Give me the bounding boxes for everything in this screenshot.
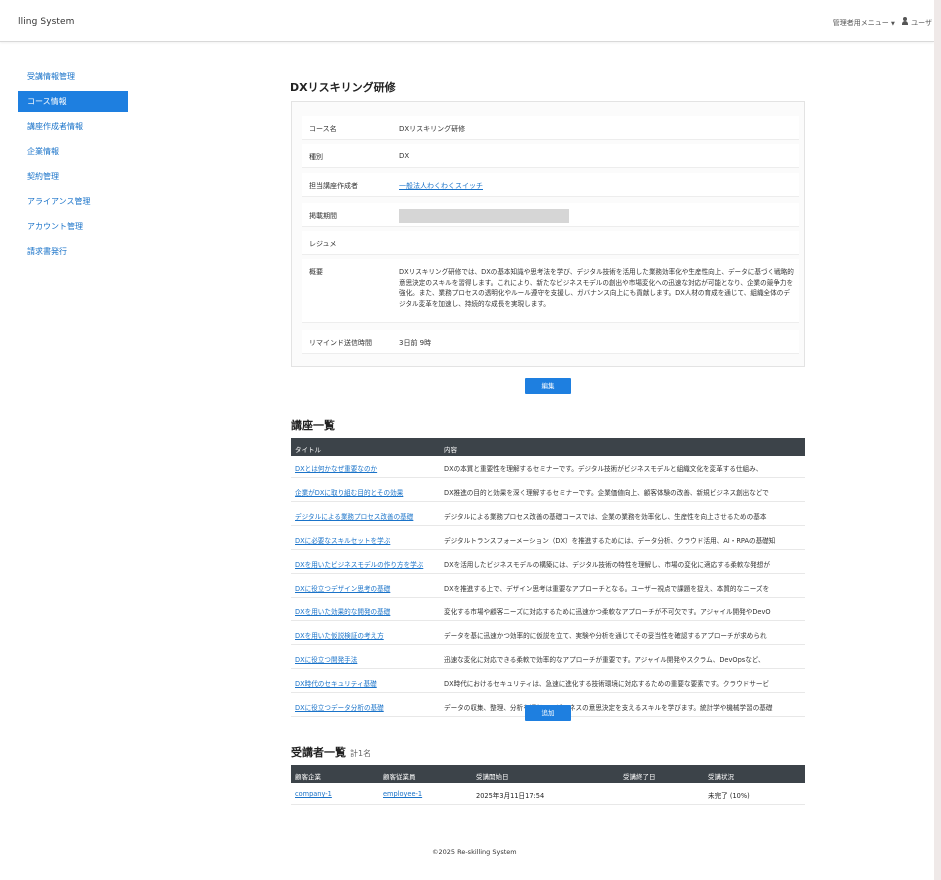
table-row: DXに役立つ開発手法 迅速な変化に対応できる柔軟で効率的なアプローチが重要です。ア… [291,647,805,670]
table-header: 顧客企業 顧客従業員 受講開始日 受講終了日 受講状況 [291,765,805,783]
table-header: タイトル 内容 [291,438,805,456]
start-date: 2025年3月11日17:54 [476,792,545,800]
column-header-title: タイトル [295,446,321,454]
lecture-title-link[interactable]: DXに役立つデザイン思考の基礎 [295,583,440,593]
field-label: リマインド送信時間 [309,339,372,347]
lecture-content: DXを活用したビジネスモデルの構築には、デジタル技術の特性を理解し、市場の変化に… [444,560,770,569]
column-header-status: 受講状況 [708,773,734,781]
sidebar-item-course-info[interactable]: コース情報 [18,91,128,112]
sidebar-item-invoices[interactable]: 請求書発行 [18,241,128,262]
lecture-content: DXを推進する上で、デザイン思考は重要なアプローチとなる。ユーザー視点で課題を捉… [444,584,770,593]
table-row: DXを用いたビジネスモデルの作り方を学ぶ DXを活用したビジネスモデルの構築には、… [291,552,805,574]
students-heading: 受講者一覧 計1名 [291,744,371,760]
table-row: デジタルによる業務プロセス改善の基礎 デジタルによる業務プロセス改善の基礎コースで… [291,504,805,526]
lecture-content: DX推進の目的と効果を深く理解するセミナーです。企業価値向上、顧客体験の改善、新… [444,488,769,497]
table-row: DXを用いた仮説検証の考え方 データを基に迅速かつ効率的に仮説を立て、実験や分析を… [291,623,805,646]
sidebar-item-creators[interactable]: 講座作成者情報 [18,116,128,137]
admin-menu-label: 管理者用メニュー [832,18,889,27]
field-row-summary: 概要 DXリスキリング研修では、DXの基本知識や思考法を学び、デジタル技術を活用… [302,259,799,323]
redacted-value [399,209,569,223]
top-navbar: lling System 管理者用メニュー ▼ ユーザ [0,0,934,42]
field-label: 概要 [309,268,323,276]
lecture-title-link[interactable]: DXに必要なスキルセットを学ぶ [295,535,440,545]
lecture-content: 変化する市場や顧客ニーズに対応するために迅速かつ柔軟なアプローチが不可欠です。ア… [444,608,771,617]
column-header-start: 受講開始日 [476,773,509,781]
lecture-content: データの収集、整理、分析を通じて、ビジネスの意思決定を支えるスキルを学びます。統… [444,704,773,712]
lecture-title-link[interactable]: DXを用いた仮説検証の考え方 [295,630,440,640]
field-row-course-name: コース名 DXリスキリング研修 [302,116,799,140]
top-right-menu: 管理者用メニュー ▼ ユーザ [833,17,932,28]
page: lling System 管理者用メニュー ▼ ユーザ 受講情報管理 コース情報… [0,0,934,880]
sidebar: 受講情報管理 コース情報 講座作成者情報 企業情報 契約管理 アライアンス管理 … [18,66,128,266]
students-table: 顧客企業 顧客従業員 受講開始日 受講終了日 受講状況 company-1 em… [291,765,805,805]
user-icon [901,17,909,25]
students-count: 計1名 [350,749,372,758]
admin-menu-dropdown[interactable]: 管理者用メニュー ▼ [833,18,895,28]
lecture-title-link[interactable]: 企業がDXに取り組む目的とその効果 [295,487,440,497]
field-row-reminder: リマインド送信時間 3日前 9時 [302,330,799,354]
course-detail-card: コース名 DXリスキリング研修 種別 DX 担当講座作成者 一般法人わくわくスイ… [291,101,805,367]
column-header-content: 内容 [444,446,457,454]
user-label: ユーザ [911,19,932,27]
sidebar-item-accounts[interactable]: アカウント管理 [18,216,128,237]
status: 未完了 (10%) [708,792,750,800]
lecture-content: DX時代におけるセキュリティは、急速に進化する技術環境に対応するための重要な要素… [444,680,770,689]
field-row-resume: レジュメ [302,231,799,255]
sidebar-item-alliances[interactable]: アライアンス管理 [18,191,128,212]
table-row: DX時代のセキュリティ基礎 DX時代におけるセキュリティは、急速に進化する技術環境… [291,671,805,694]
field-row-period: 掲載期間 [302,203,799,227]
field-label: 種別 [309,153,323,161]
lecture-content: データを基に迅速かつ効率的に仮説を立て、実験や分析を通じてその妥当性を確認するア… [444,632,767,641]
field-value: DXリスキリング研修 [399,125,466,133]
user-menu[interactable]: ユーザ [901,17,932,28]
field-label: 掲載期間 [309,212,337,220]
lecture-content: デジタルトランスフォーメーション（DX）を推進するためには、データ分析、クラウド… [444,536,776,545]
lecture-title-link[interactable]: DXを用いたビジネスモデルの作り方を学ぶ [295,559,440,569]
sidebar-item-contracts[interactable]: 契約管理 [18,166,128,187]
app-brand[interactable]: lling System [18,17,75,27]
column-header-employee: 顧客従業員 [383,773,416,781]
lecture-title-link[interactable]: DXに役立つ開発手法 [295,654,440,664]
lecture-title-link[interactable]: デジタルによる業務プロセス改善の基礎 [295,511,440,521]
company-link[interactable]: company-1 [295,790,332,798]
column-header-end: 受講終了日 [623,773,656,781]
chevron-down-icon: ▼ [891,20,895,27]
table-row: DXを用いた効果的な開発の基礎 変化する市場や顧客ニーズに対応するために迅速かつ柔… [291,599,805,622]
students-heading-text: 受講者一覧 [291,746,346,759]
field-value: 3日前 9時 [399,339,432,347]
summary-text: DXリスキリング研修では、DXの基本知識や思考法を学び、デジタル技術を活用した業… [399,268,794,308]
page-title: DXリスキリング研修 [290,81,396,94]
table-row: 企業がDXに取り組む目的とその効果 DX推進の目的と効果を深く理解するセミナーです… [291,480,805,502]
field-row-creator: 担当講座作成者 一般法人わくわくスイッチ [302,173,799,197]
lecture-title-link[interactable]: DXとは何かなぜ重要なのか [295,463,440,473]
footer: ©2025 Re-skilling System [432,848,517,856]
lecture-content: 迅速な変化に対応できる柔軟で効率的なアプローチが重要です。アジャイル開発やスクラ… [444,656,765,665]
table-row: DXとは何かなぜ重要なのか DXの本質と重要性を理解するセミナーです。デジタル技術… [291,456,805,478]
field-value: DX [399,152,410,160]
lecture-content: デジタルによる業務プロセス改善の基礎コースでは、企業の業務を効率化し、生産性を向… [444,512,767,521]
field-row-type: 種別 DX [302,144,799,168]
column-header-company: 顧客企業 [295,773,321,781]
sidebar-item-companies[interactable]: 企業情報 [18,141,128,162]
edit-button[interactable]: 編集 [525,378,571,394]
field-label: レジュメ [309,240,337,248]
lecture-title-link[interactable]: DX時代のセキュリティ基礎 [295,678,440,688]
employee-link[interactable]: employee-1 [383,790,422,798]
table-row: DXに役立つデザイン思考の基礎 DXを推進する上で、デザイン思考は重要なアプローチ… [291,576,805,598]
lecture-title-link[interactable]: DXを用いた効果的な開発の基礎 [295,606,440,616]
lecture-content: DXの本質と重要性を理解するセミナーです。デジタル技術がビジネスモデルと組織文化… [444,465,763,473]
sidebar-item-enrollment[interactable]: 受講情報管理 [18,66,128,87]
lectures-table: タイトル 内容 DXとは何かなぜ重要なのか DXの本質と重要性を理解するセミナーで… [291,438,805,717]
table-row: DXに必要なスキルセットを学ぶ デジタルトランスフォーメーション（DX）を推進する… [291,528,805,550]
lecture-title-link[interactable]: DXに役立つデータ分析の基礎 [295,702,440,712]
creator-link[interactable]: 一般法人わくわくスイッチ [399,181,483,191]
table-row: company-1 employee-1 2025年3月11日17:54 未完了… [291,783,805,805]
field-label: 担当講座作成者 [309,182,358,190]
field-label: コース名 [309,125,337,133]
lectures-heading: 講座一覧 [291,419,335,432]
add-button[interactable]: 追加 [525,705,571,721]
page-edge [934,0,941,880]
